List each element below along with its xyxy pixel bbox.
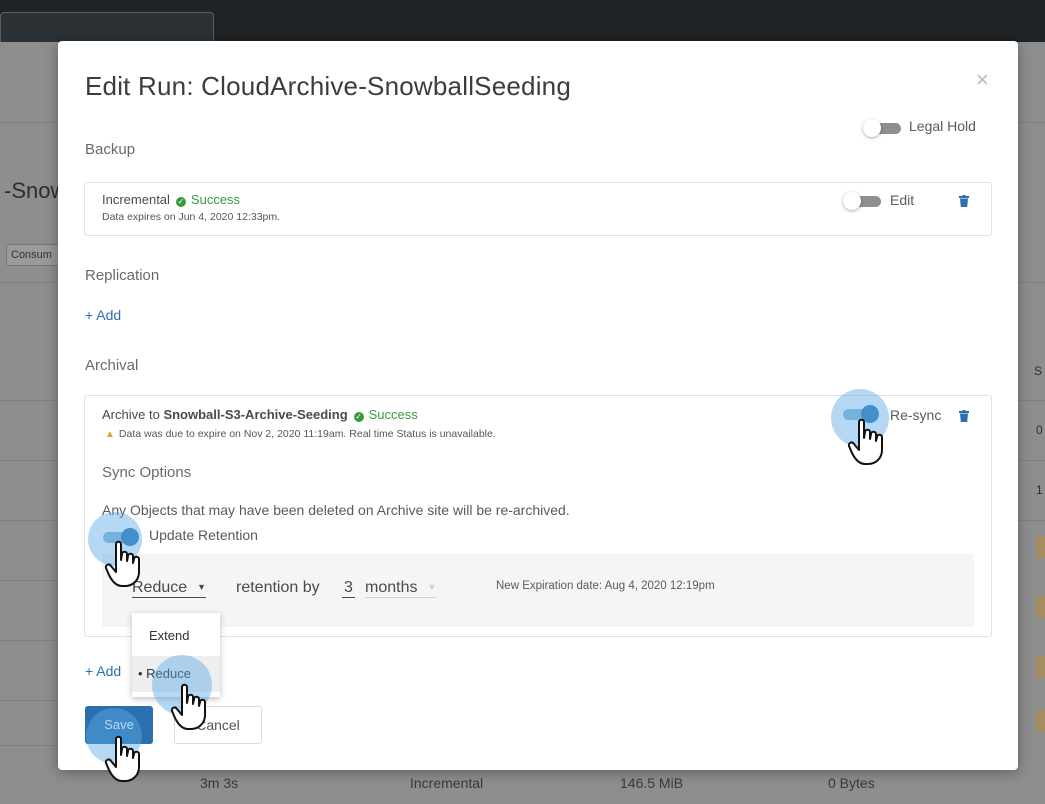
retention-panel: Reduce ▼ retention by 3 months ▼ New Expir… [102,554,974,627]
backup-type: Incremental [102,192,170,207]
bg-divider [0,122,58,123]
backup-section-label: Backup [85,141,136,158]
bg-page-title: -Snow [4,178,67,203]
retention-unit-value: months [365,579,418,596]
app-tab[interactable] [0,12,214,42]
bg-row-cell: Incremental [410,775,484,791]
trash-icon[interactable] [959,410,969,422]
caret-down-icon: ▼ [427,582,437,592]
bg-status-swatch [1036,596,1045,618]
add-archival-link[interactable]: + Add [85,663,121,679]
warning-icon: ▲ [105,429,115,440]
bg-row-cell: 146.5 MiB [620,775,684,791]
bg-divider [0,580,58,581]
archival-status-line: Archive to Snowball-S3-Archive-Seeding ✓ S… [102,407,418,422]
bg-status-swatch [1036,656,1045,678]
bg-column-header: S [1034,364,1043,378]
close-icon[interactable]: × [976,67,989,93]
resync-label: Re-sync [890,407,942,423]
bg-divider [0,640,58,641]
modal-title: Edit Run: CloudArchive-SnowballSeeding [85,71,571,101]
backup-edit-label: Edit [890,192,915,208]
retention-amount-input[interactable]: 3 [342,579,355,598]
archival-target-prefix: Archive to [102,407,160,422]
new-expiration-date: New Expiration date: Aug 4, 2020 12:19pm [496,580,715,592]
archival-warning-text: Data was due to expire on Nov 2, 2020 11… [118,428,496,440]
retention-unit-select[interactable]: months ▼ [365,579,437,598]
backup-expiry: Data expires on Jun 4, 2020 12:33pm. [102,211,281,223]
bg-filter-chip: Consum [6,244,60,266]
trash-icon[interactable] [959,195,969,207]
backup-status: Success [190,192,241,207]
update-retention-label: Update Retention [149,527,258,543]
check-circle-icon: ✓ [175,197,186,207]
pointer-hand-icon [847,418,883,465]
pointer-hand-icon [104,540,140,587]
bg-divider [1018,282,1045,283]
bg-divider [1018,122,1045,123]
bg-status-swatch [1036,710,1045,732]
bg-status-swatch [1036,536,1045,558]
bg-cell: 1 [1036,483,1043,497]
pointer-hand-icon [170,683,206,730]
retention-by-label: retention by [236,579,320,596]
pointer-hand-icon [104,735,140,782]
legal-hold-toggle[interactable] [863,119,901,137]
bg-cell: 0 [1036,423,1043,437]
legal-hold-label: Legal Hold [909,118,976,134]
check-circle-icon: ✓ [353,412,364,422]
backup-card: Incremental ✓ Success Data expires on Jun … [84,182,992,236]
bg-divider [0,282,58,283]
bg-divider [0,745,58,746]
archival-warning: ▲ Data was due to expire on Nov 2, 2020 1… [105,428,496,440]
backup-status-line: Incremental ✓ Success [102,192,240,207]
backup-edit-toggle[interactable] [843,192,881,210]
archival-target-name: Snowball-S3-Archive-Seeding [163,407,348,422]
menu-item-extend[interactable]: Extend [132,618,220,654]
replication-section-label: Replication [85,267,160,284]
bg-divider [0,520,58,521]
sync-description: Any Objects that may have been deleted o… [102,502,570,518]
bg-divider [1018,400,1045,401]
bg-divider [0,700,58,701]
add-replication-link[interactable]: + Add [85,307,121,323]
sync-options-label: Sync Options [102,464,192,481]
bg-row-cell: 0 Bytes [828,775,875,791]
archival-section-label: Archival [85,357,139,374]
caret-down-icon: ▼ [197,582,207,592]
bg-divider [0,460,58,461]
bg-divider [0,400,58,401]
archival-status: Success [368,407,418,422]
bg-divider [1018,460,1045,461]
bg-row-cell: 3m 3s [200,775,239,791]
bg-divider [1018,520,1045,521]
